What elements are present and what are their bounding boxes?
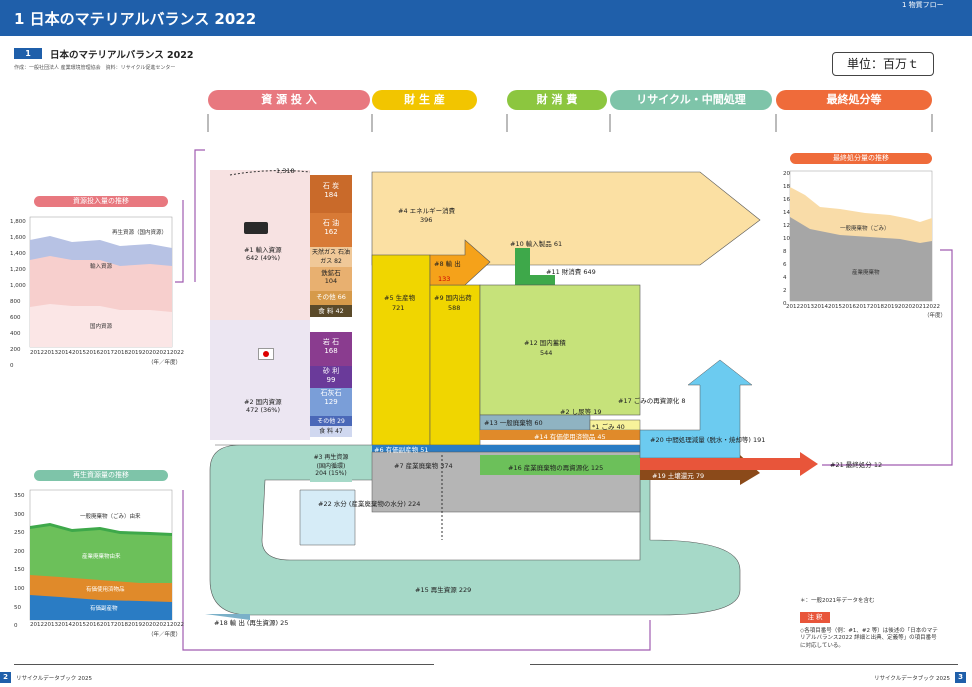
- import-coal: 石 炭 184: [310, 175, 352, 213]
- domestic-label: #2 国内資源: [244, 398, 282, 406]
- import-goods-label: #10 輸入製品 61: [510, 240, 563, 248]
- reduction-label: #20 中間処理減量 (脱水・焼却等) 191: [650, 436, 766, 444]
- ship-icon: [244, 222, 268, 234]
- water-label: #22 水分 (産業廃棄物の水分) 224: [318, 500, 421, 508]
- input-series-recycled: 再生資源（国内資源）: [112, 230, 168, 236]
- total-input: 1,318: [276, 167, 295, 175]
- general-waste-label: #13 一般廃棄物 60: [484, 419, 543, 427]
- footer-text-right: リサイクルデータブック 2025: [874, 676, 950, 682]
- recycled-series-general: 一般廃棄物（ごみ）由来: [80, 514, 141, 520]
- stock-value: 544: [540, 349, 553, 357]
- japan-flag-icon: [258, 348, 274, 360]
- domestic-other: その他 29: [310, 416, 352, 426]
- consumption-label: #11 財消費 649: [546, 268, 596, 276]
- import-oil: 石 油 162: [310, 213, 352, 247]
- import-value: 642 (49%): [246, 254, 280, 262]
- footer-text-left: リサイクルデータブック 2025: [16, 676, 92, 682]
- industrial-waste-label: #7 産業廃棄物 374: [394, 462, 453, 470]
- import-resources-column: 石 炭 184 石 油 162 天然ガス 石油ガス 82 鉄鉱石 104 その他 66…: [310, 175, 352, 317]
- recycled-series-byproduct: 有価副産物: [90, 606, 118, 612]
- import-iron-ore: 鉄鉱石 104: [310, 267, 352, 291]
- final-series-industrial: 産業廃棄物: [852, 270, 880, 276]
- energy-value: 396: [420, 216, 433, 224]
- final-trend-chart: [789, 170, 933, 302]
- import-gas: 天然ガス 石油ガス 82: [310, 247, 352, 267]
- page-number-right: 3: [955, 672, 966, 683]
- byproduct-label: #6 有価副産物 51: [374, 446, 429, 454]
- stock-label: #12 国内蓄積: [524, 339, 566, 347]
- production-label: #5 生産物: [384, 294, 416, 302]
- final-trend-title: 最終処分量の推移: [790, 153, 932, 164]
- domestic-ship-value: 588: [448, 304, 461, 312]
- final-chart-xticks: 2012 2013 2014 2015 2016 2017 2018 2019 2020 2021…: [786, 304, 940, 310]
- import-food: 食 料 42: [310, 305, 352, 317]
- recycled-input-block: #3 再生資源 (国内循環) 204 (15%): [310, 452, 352, 482]
- input-chart-yticks: 1,800 1,600 1,400 1,200 1,000 800 600 400 200 0: [10, 219, 26, 369]
- recycled-trend-title: 再生資源量の推移: [34, 470, 168, 481]
- industrial-recycle-label: #16 産業廃棄物の再資源化 125: [508, 464, 604, 472]
- export-value: 133: [438, 275, 451, 283]
- export-recycled-label: #18 輸 出 (再生資源) 25: [214, 619, 289, 627]
- page-number-left: 2: [0, 672, 11, 683]
- garbage-label: *1 ごみ 40: [592, 423, 625, 431]
- recycled-trend-chart: [29, 489, 173, 621]
- recycled-series-industrial: 産業廃棄物由来: [82, 554, 121, 560]
- input-series-import: 輸入資源: [90, 264, 113, 270]
- final-chart-xunit: （年度）: [924, 313, 947, 319]
- footer-rule-left: [14, 664, 434, 665]
- domestic-limestone: 石灰石 129: [310, 388, 352, 416]
- input-trend-chart: [29, 216, 173, 348]
- domestic-resources-column: 岩 石 168 砂 利 99 石灰石 129 その他 29 食 料 47: [310, 332, 352, 437]
- domestic-rock: 岩 石 168: [310, 332, 352, 366]
- production-value: 721: [392, 304, 405, 312]
- import-other: その他 66: [310, 291, 352, 305]
- asterisk-note: ＊：一般2021年データを含む: [800, 598, 875, 604]
- final-series-general: 一般廃棄物（ごみ）: [840, 226, 890, 232]
- final-chart-yticks: 20 18 16 14 12 10 8 6 4 2 0: [783, 171, 790, 307]
- domestic-gravel: 砂 利 99: [310, 366, 352, 388]
- garbage-recycle-label: #17 ごみの再資源化 8: [618, 397, 686, 405]
- domestic-food: 食 料 47: [310, 426, 352, 437]
- soil-label: #19 土壌還元 79: [652, 472, 705, 480]
- input-chart-xunit: （年／年度）: [148, 360, 182, 366]
- recycled-resources-label: #15 再生資源 229: [415, 586, 472, 594]
- domestic-ship-label: #9 国内出荷: [434, 294, 472, 302]
- input-series-domestic: 国内資源: [90, 324, 113, 330]
- recycled-chart-yticks: 350 300 250 200 150 100 50 0: [14, 493, 25, 630]
- footer-rule-right: [530, 664, 958, 665]
- recycled-series-used: 有価使用済物品: [86, 587, 125, 593]
- note-body: ◇各項目番号（例：#1、#2 等）は後述の「日本のマテリアルバランス2022 詳…: [800, 628, 938, 649]
- recycled-chart-xunit: （年／年度）: [148, 632, 182, 638]
- domestic-value: 472 (36%): [246, 406, 280, 414]
- final-disposal-label: #21 最終処分 12: [830, 461, 883, 469]
- night-soil-label: #2 し尿等 19: [560, 408, 602, 416]
- import-label: #1 輸入資源: [244, 246, 282, 254]
- used-goods-label: #14 有価使用済物品 45: [534, 433, 606, 441]
- note-badge: 注 釈: [800, 612, 830, 623]
- export-label: #8 輸 出: [434, 260, 461, 268]
- recycled-chart-xticks: 2012 2013 2014 2015 2016 2017 2018 2019 2020 2021…: [30, 622, 184, 628]
- energy-label: #4 エネルギー消費: [398, 207, 456, 215]
- input-chart-xticks: 2012 2013 2014 2015 2016 2017 2018 2019 2020 2021…: [30, 350, 184, 356]
